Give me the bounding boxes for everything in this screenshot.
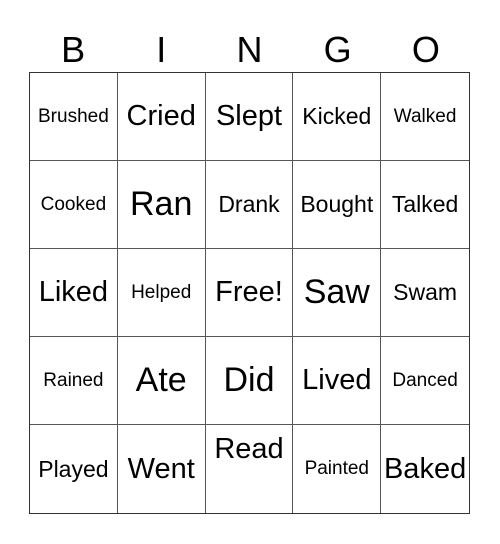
bingo-cell[interactable]: Ran bbox=[117, 161, 206, 249]
bingo-cell[interactable]: Played bbox=[30, 425, 118, 513]
bingo-cell[interactable]: Talked bbox=[381, 161, 469, 249]
bingo-card-grid: Brushed Cried Slept Kicked Walked Cooked… bbox=[29, 72, 470, 514]
bingo-cell[interactable]: Swam bbox=[381, 249, 469, 337]
header-letter-g: G bbox=[323, 29, 352, 70]
bingo-cell[interactable]: Did bbox=[205, 337, 294, 425]
bingo-cell[interactable]: Walked bbox=[381, 73, 469, 161]
bingo-cell[interactable]: Painted bbox=[293, 425, 382, 513]
bingo-cell[interactable]: Kicked bbox=[293, 73, 382, 161]
bingo-cell[interactable]: Went bbox=[118, 425, 206, 513]
bingo-cell[interactable]: Cooked bbox=[30, 161, 118, 249]
header-letter-b: B bbox=[61, 29, 86, 70]
header-letter-o: O bbox=[411, 29, 440, 70]
bingo-cell[interactable]: Liked bbox=[30, 249, 118, 337]
bingo-cell[interactable]: Cried bbox=[117, 73, 206, 161]
bingo-cell[interactable]: Danced bbox=[381, 337, 469, 425]
bingo-cell[interactable]: Lived bbox=[293, 337, 382, 425]
bingo-cell[interactable]: Read bbox=[206, 425, 294, 513]
bingo-cell[interactable]: Drank bbox=[205, 161, 294, 249]
bingo-cell[interactable]: Saw bbox=[293, 249, 382, 337]
bingo-cell[interactable]: Bought bbox=[293, 161, 382, 249]
header-letter-i: I bbox=[156, 29, 167, 70]
bingo-cell[interactable]: Slept bbox=[205, 73, 294, 161]
bingo-cell[interactable]: Helped bbox=[117, 249, 206, 337]
bingo-header: B I N G O bbox=[29, 28, 470, 72]
bingo-cell[interactable]: Rained bbox=[30, 337, 118, 425]
bingo-cell[interactable]: Ate bbox=[117, 337, 206, 425]
bingo-free-space[interactable]: Free! bbox=[205, 249, 294, 337]
header-letter-n: N bbox=[236, 29, 263, 70]
bingo-cell[interactable]: Brushed bbox=[30, 73, 118, 161]
bingo-cell[interactable]: Baked bbox=[381, 425, 469, 513]
